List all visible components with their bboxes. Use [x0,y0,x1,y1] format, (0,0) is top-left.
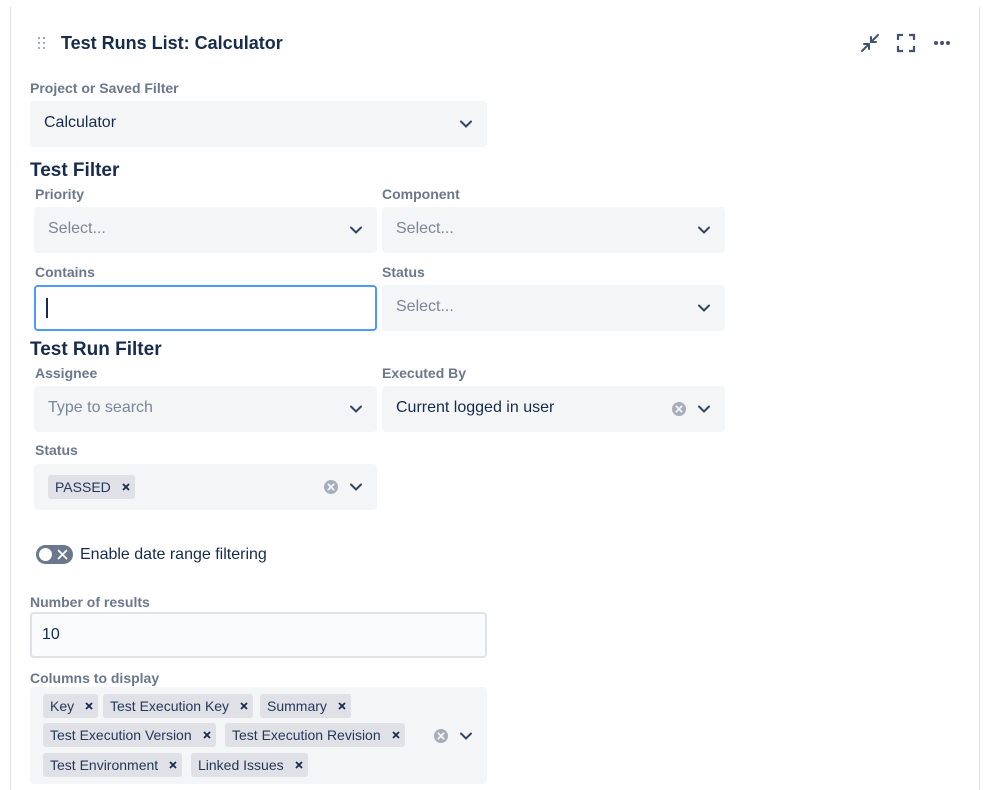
clear-icon[interactable] [671,401,687,417]
priority-label: Priority [35,186,85,202]
column-tag-label: Test Execution Key [110,698,230,714]
gadget-title: Test Runs List: Calculator [61,33,283,53]
component-select[interactable]: Select... [382,207,725,253]
remove-tag-icon[interactable] [164,753,182,777]
test-filter-heading: Test Filter [30,160,120,181]
chevron-down-icon [350,405,362,413]
text-caret [46,298,48,318]
executed-by-select[interactable]: Current logged in user [382,386,725,432]
column-tag-label: Key [50,698,75,714]
chevron-down-icon [698,226,710,234]
component-placeholder: Select... [396,220,454,237]
column-tag: Test Execution Key [103,694,254,718]
fullscreen-button[interactable] [893,30,919,56]
project-value: Calculator [44,114,117,131]
column-tag: Linked Issues [191,753,308,777]
priority-select[interactable]: Select... [34,207,377,253]
chevron-down-icon [460,120,472,128]
column-tag: Test Environment [43,753,183,777]
fullscreen-icon [896,33,916,53]
project-label: Project or Saved Filter [30,80,179,96]
contains-label: Contains [35,264,95,280]
test-status-select[interactable]: Select... [382,285,725,331]
more-icon [934,41,950,45]
column-tag-label: Summary [267,698,327,714]
column-tag: Test Execution Version [43,723,216,747]
chevron-down-icon [460,732,472,740]
chevron-down-icon [350,226,362,234]
remove-tag-icon[interactable] [235,694,253,718]
toggle-knob [39,548,52,561]
clear-icon[interactable] [433,728,449,744]
date-range-toggle[interactable] [36,545,73,564]
project-select[interactable]: Calculator [30,101,487,147]
remove-tag-icon[interactable] [80,694,98,718]
results-value: 10 [42,626,60,643]
column-tag-label: Test Execution Version [50,727,192,743]
test-status-label: Status [382,264,425,280]
column-tag-label: Test Execution Revision [232,727,381,743]
contains-input[interactable] [34,285,377,331]
test-status-placeholder: Select... [396,298,454,315]
status-tag: PASSED [48,475,135,499]
clear-icon[interactable] [323,479,339,495]
chevron-down-icon [698,304,710,312]
minimize-icon [861,34,879,52]
columns-select[interactable]: Key Test Execution Key Summary Test Exec… [30,687,487,784]
executed-by-value: Current logged in user [396,399,555,416]
column-tag: Test Execution Revision [225,723,405,747]
date-range-label: Enable date range filtering [80,546,267,563]
run-status-label: Status [35,442,78,458]
results-label: Number of results [30,594,150,610]
column-tag: Summary [260,694,351,718]
test-run-filter-heading: Test Run Filter [30,339,162,360]
remove-tag-icon[interactable] [387,723,405,747]
results-input[interactable]: 10 [30,612,487,658]
executed-by-label: Executed By [382,365,467,381]
remove-tag-icon[interactable] [290,753,308,777]
remove-tag-icon[interactable] [198,723,216,747]
column-tag-label: Linked Issues [198,757,284,773]
assignee-placeholder: Type to search [48,399,153,416]
minimize-button[interactable] [857,30,883,56]
assignee-select[interactable]: Type to search [34,386,377,432]
status-tag-label: PASSED [55,479,111,495]
drag-handle-icon[interactable] [37,36,47,52]
columns-label: Columns to display [30,670,160,686]
component-label: Component [382,186,460,202]
remove-tag-icon[interactable] [117,475,135,499]
chevron-down-icon [350,483,362,491]
assignee-label: Assignee [35,365,98,381]
remove-tag-icon[interactable] [333,694,351,718]
chevron-down-icon [698,405,710,413]
more-options-button[interactable] [929,30,955,56]
priority-placeholder: Select... [48,220,106,237]
column-tag: Key [43,694,99,718]
toggle-off-icon [57,549,68,560]
run-status-select[interactable]: PASSED [34,464,377,510]
column-tag-label: Test Environment [50,757,159,773]
